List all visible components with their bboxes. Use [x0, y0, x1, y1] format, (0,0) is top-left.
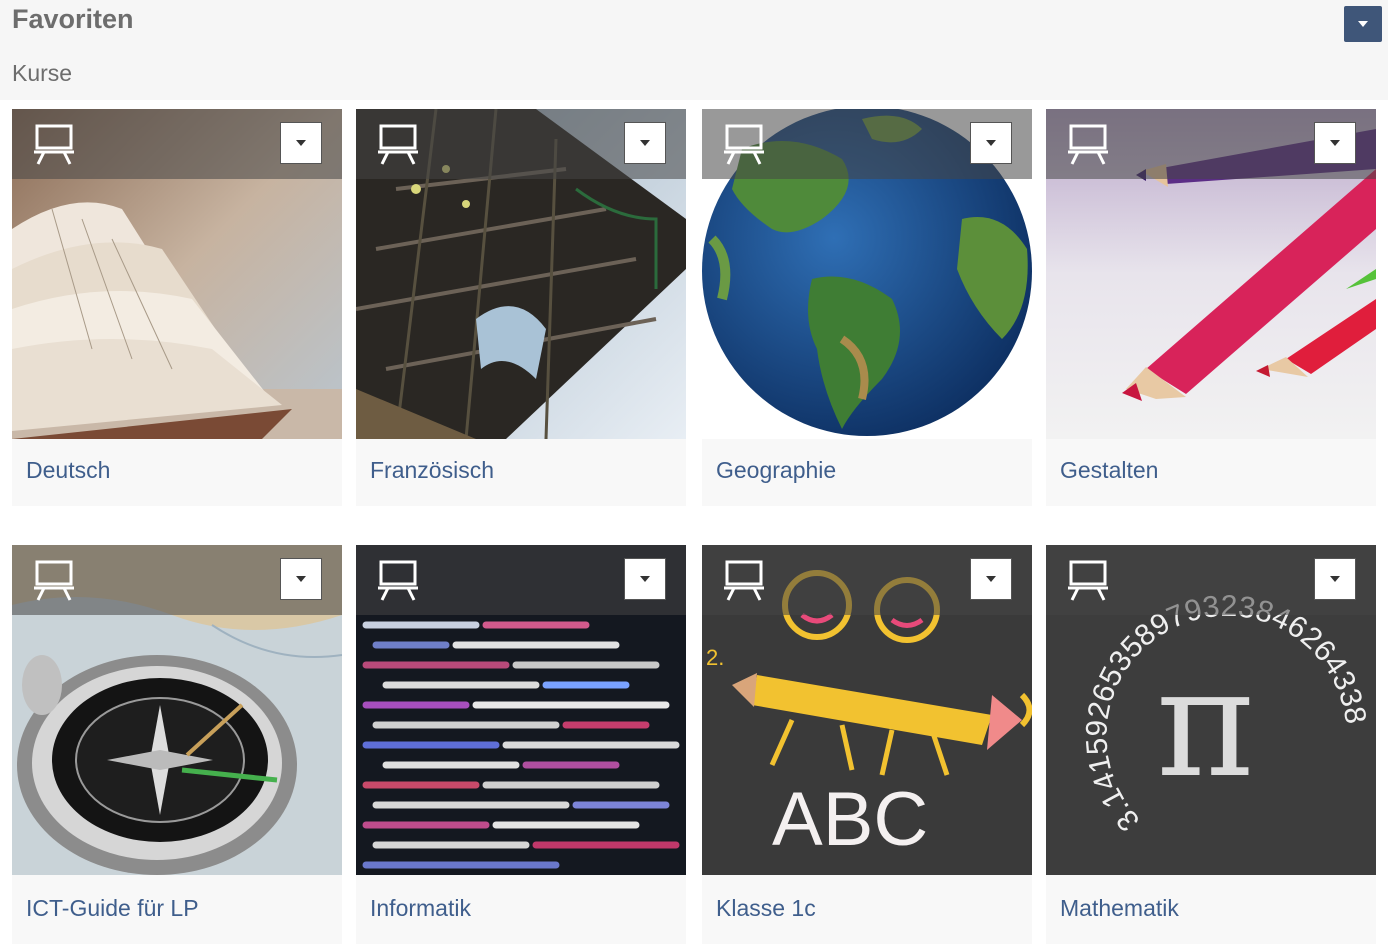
course-title-link[interactable]: Geographie [716, 457, 836, 484]
chalk-number-text: 2. [706, 645, 724, 670]
presentation-board-icon [724, 124, 764, 165]
presentation-board-icon [1068, 124, 1108, 165]
course-card-gestalten[interactable]: Gestalten [1046, 109, 1376, 506]
caret-down-icon [640, 140, 650, 146]
course-title-link[interactable]: Klasse 1c [716, 895, 816, 922]
course-card-klasse-1c[interactable]: 2. ABC Klasse 1c [702, 545, 1032, 944]
course-card-menu-button[interactable] [624, 122, 666, 164]
favorites-header: Favoriten Kurse [0, 0, 1388, 100]
caret-down-icon [1330, 576, 1340, 582]
page-title: Favoriten [12, 4, 134, 34]
course-card-deutsch[interactable]: Deutsch [12, 109, 342, 506]
course-title-link[interactable]: Informatik [370, 895, 471, 922]
pi-symbol-text: π [1156, 637, 1255, 811]
course-title-link[interactable]: Mathematik [1060, 895, 1179, 922]
course-card-menu-button[interactable] [280, 122, 322, 164]
favorites-dropdown-button[interactable] [1344, 6, 1382, 42]
course-card-menu-button[interactable] [1314, 558, 1356, 600]
course-card-menu-button[interactable] [970, 558, 1012, 600]
presentation-board-icon [34, 124, 74, 165]
presentation-board-icon [1068, 560, 1108, 601]
course-card-mathematik[interactable]: 3.14159265358979323846264338 π Mathemati… [1046, 545, 1376, 944]
presentation-board-icon [378, 560, 418, 601]
course-title-link[interactable]: Französisch [370, 457, 494, 484]
course-title-link[interactable]: Deutsch [26, 457, 110, 484]
caret-down-icon [986, 140, 996, 146]
course-card-menu-button[interactable] [1314, 122, 1356, 164]
caret-down-icon [986, 576, 996, 582]
caret-down-icon [296, 140, 306, 146]
course-card-menu-button[interactable] [280, 558, 322, 600]
course-card-franzoesisch[interactable]: Französisch [356, 109, 686, 506]
presentation-board-icon [378, 124, 418, 165]
caret-down-icon [1330, 140, 1340, 146]
course-title-link[interactable]: Gestalten [1060, 457, 1158, 484]
course-title-link[interactable]: ICT-Guide für LP [26, 895, 199, 922]
caret-down-icon [296, 576, 306, 582]
presentation-board-icon [724, 560, 764, 601]
caret-down-icon [640, 576, 650, 582]
chalk-abc-text: ABC [772, 777, 928, 862]
course-card-ict-guide[interactable]: ICT-Guide für LP [12, 545, 342, 944]
caret-down-icon [1358, 21, 1368, 27]
section-subtitle: Kurse [12, 60, 73, 86]
course-card-geographie[interactable]: Geographie [702, 109, 1032, 506]
presentation-board-icon [34, 560, 74, 601]
course-card-menu-button[interactable] [970, 122, 1012, 164]
course-card-informatik[interactable]: Informatik [356, 545, 686, 944]
course-card-menu-button[interactable] [624, 558, 666, 600]
